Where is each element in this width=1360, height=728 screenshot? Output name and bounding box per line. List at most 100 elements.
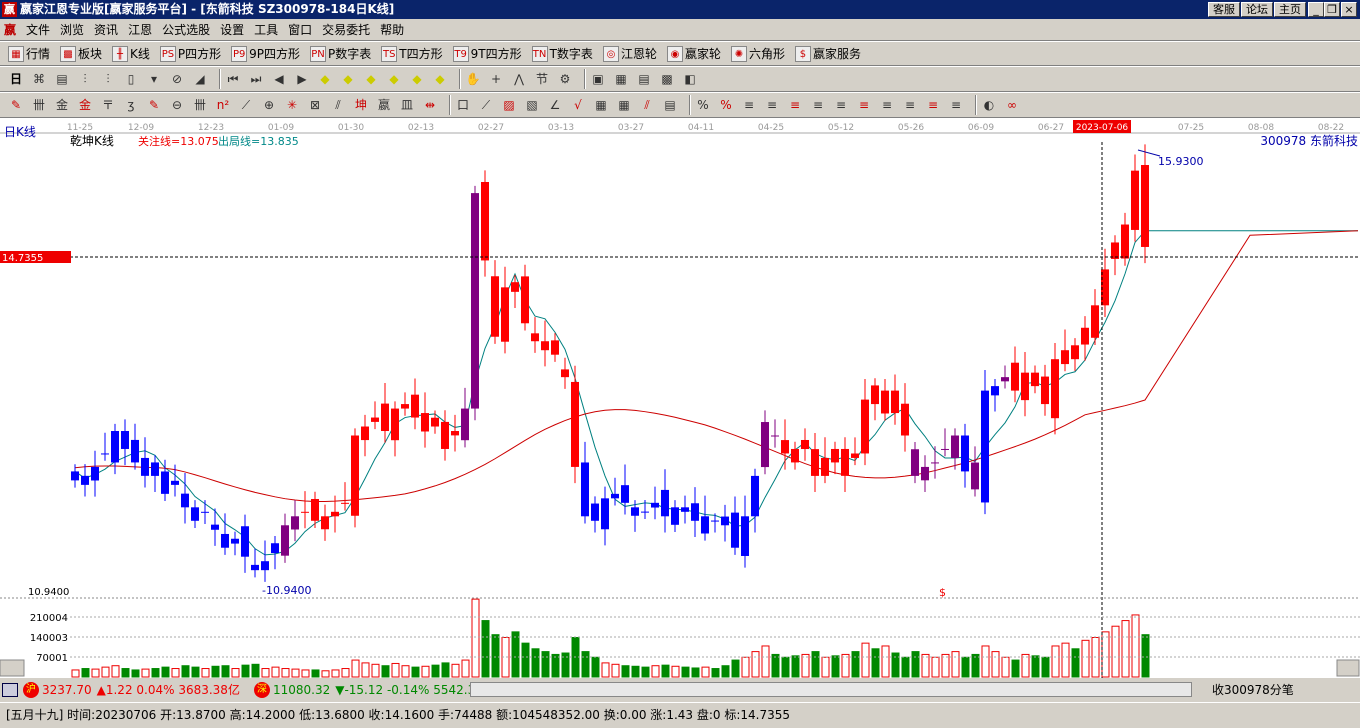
period-select[interactable]: 日: [8, 71, 24, 87]
tool-icon[interactable]: ⋀: [511, 71, 527, 87]
tool-icon[interactable]: ▩: [659, 71, 675, 87]
menu-item[interactable]: 江恩: [128, 21, 152, 38]
menu-item[interactable]: 文件: [26, 21, 50, 38]
draw-tool-icon[interactable]: 金: [54, 97, 70, 113]
draw-tool-icon[interactable]: ≡: [925, 97, 941, 113]
tool-icon[interactable]: ⌘: [31, 71, 47, 87]
draw-tool-icon[interactable]: %: [695, 97, 711, 113]
tool-icon[interactable]: ▶: [294, 71, 310, 87]
tool-icon[interactable]: ⚙: [557, 71, 573, 87]
draw-tool-icon[interactable]: ⇹: [422, 97, 438, 113]
draw-tool-icon[interactable]: ✎: [146, 97, 162, 113]
menu-item[interactable]: 交易委托: [322, 21, 370, 38]
chart-area[interactable]: 11-25 12-09 12-23 01-09 01-30 02-13 02-27 03-13…: [0, 118, 1360, 678]
tool-icon[interactable]: ◆: [317, 71, 333, 87]
toolbar-button[interactable]: TS T四方形: [381, 45, 443, 62]
toolbar-button[interactable]: ▦ 行情: [8, 45, 50, 62]
toolbar-button[interactable]: ╫ K线: [112, 45, 150, 62]
tool-icon[interactable]: ▣: [590, 71, 606, 87]
tool-icon[interactable]: ▯: [123, 71, 139, 87]
draw-tool-icon[interactable]: ≡: [879, 97, 895, 113]
toolbar-button[interactable]: TN T数字表: [531, 45, 593, 62]
draw-tool-icon[interactable]: ▦: [593, 97, 609, 113]
toolbar-button[interactable]: PS P四方形: [159, 45, 221, 62]
tool-icon[interactable]: +: [488, 71, 504, 87]
home-button[interactable]: 主页: [1274, 2, 1306, 17]
menu-item[interactable]: 浏览: [60, 21, 84, 38]
forum-button[interactable]: 论坛: [1241, 2, 1273, 17]
toolbar-button[interactable]: ✺ 六角形: [730, 45, 785, 62]
support-button[interactable]: 客服: [1208, 2, 1240, 17]
draw-tool-icon[interactable]: ✎: [8, 97, 24, 113]
calendar-icon[interactable]: [2, 682, 18, 697]
close-button[interactable]: ×: [1341, 2, 1357, 17]
tool-icon[interactable]: ⫶: [100, 71, 116, 87]
minimize-button[interactable]: _: [1308, 2, 1324, 17]
toolbar-button[interactable]: PN P数字表: [310, 45, 371, 62]
tool-icon[interactable]: ▾: [146, 71, 162, 87]
tool-icon[interactable]: ⊘: [169, 71, 185, 87]
tool-icon[interactable]: 节: [534, 71, 550, 87]
draw-tool-icon[interactable]: ▤: [662, 97, 678, 113]
tool-icon[interactable]: ▦: [613, 71, 629, 87]
tool-icon[interactable]: ✋: [465, 71, 481, 87]
toolbar-button[interactable]: ◎ 江恩轮: [602, 45, 657, 62]
tool-icon[interactable]: ◆: [409, 71, 425, 87]
toolbar-button[interactable]: $ 嬴家服务: [794, 45, 861, 62]
kline-chart[interactable]: 11-25 12-09 12-23 01-09 01-30 02-13 02-27 03-13…: [0, 118, 1360, 678]
restore-button[interactable]: ❐: [1324, 2, 1340, 17]
draw-tool-icon[interactable]: ≡: [741, 97, 757, 113]
draw-tool-icon[interactable]: ≡: [810, 97, 826, 113]
draw-tool-icon[interactable]: ⫽: [330, 97, 346, 113]
draw-tool-icon[interactable]: ⫽: [639, 97, 655, 113]
draw-tool-icon[interactable]: ≡: [833, 97, 849, 113]
toolbar-button[interactable]: ◉ 嬴家轮: [666, 45, 721, 62]
draw-tool-icon[interactable]: √: [570, 97, 586, 113]
draw-tool-icon[interactable]: ⟋: [478, 97, 494, 113]
draw-tool-icon[interactable]: ʒ: [123, 97, 139, 113]
tool-icon[interactable]: ⏭: [248, 71, 264, 87]
draw-tool-icon[interactable]: 皿: [399, 97, 415, 113]
draw-tool-icon[interactable]: ▧: [524, 97, 540, 113]
tool-icon[interactable]: ▤: [636, 71, 652, 87]
draw-tool-icon[interactable]: ∞: [1004, 97, 1020, 113]
tool-icon[interactable]: ⫶: [77, 71, 93, 87]
tick-detail-label[interactable]: 收300978分笔: [1212, 681, 1294, 698]
draw-tool-icon[interactable]: 卌: [192, 97, 208, 113]
draw-tool-icon[interactable]: ⊖: [169, 97, 185, 113]
draw-tool-icon[interactable]: 口: [455, 97, 471, 113]
tool-icon[interactable]: ◆: [363, 71, 379, 87]
tool-icon[interactable]: ◢: [192, 71, 208, 87]
menu-item[interactable]: 工具: [254, 21, 278, 38]
menu-item[interactable]: 设置: [220, 21, 244, 38]
tool-icon[interactable]: ◆: [340, 71, 356, 87]
menu-item[interactable]: 帮助: [380, 21, 404, 38]
draw-tool-icon[interactable]: ≡: [948, 97, 964, 113]
draw-tool-icon[interactable]: ▦: [616, 97, 632, 113]
toolbar-button[interactable]: T9 9T四方形: [452, 45, 522, 62]
tool-icon[interactable]: ▤: [54, 71, 70, 87]
collapse-button[interactable]: [0, 659, 25, 677]
menu-item[interactable]: 资讯: [94, 21, 118, 38]
tool-icon[interactable]: ◆: [432, 71, 448, 87]
expand-button[interactable]: [1336, 659, 1360, 677]
tool-icon[interactable]: ⏮: [225, 71, 241, 87]
draw-tool-icon[interactable]: 金: [77, 97, 93, 113]
draw-tool-icon[interactable]: n²: [215, 97, 231, 113]
draw-tool-icon[interactable]: ≡: [902, 97, 918, 113]
toolbar-button[interactable]: P9 9P四方形: [231, 45, 300, 62]
tool-icon[interactable]: ◆: [386, 71, 402, 87]
draw-tool-icon[interactable]: ⟋: [238, 97, 254, 113]
tool-icon[interactable]: ◧: [682, 71, 698, 87]
draw-tool-icon[interactable]: ≡: [787, 97, 803, 113]
draw-tool-icon[interactable]: ≡: [764, 97, 780, 113]
draw-tool-icon[interactable]: 坤: [353, 97, 369, 113]
draw-tool-icon[interactable]: ⊠: [307, 97, 323, 113]
menu-item[interactable]: 窗口: [288, 21, 312, 38]
tool-icon[interactable]: ◀: [271, 71, 287, 87]
menu-item[interactable]: 公式选股: [162, 21, 210, 38]
draw-tool-icon[interactable]: ✳: [284, 97, 300, 113]
toolbar-button[interactable]: ▩ 板块: [60, 45, 102, 62]
draw-tool-icon[interactable]: %: [718, 97, 734, 113]
draw-tool-icon[interactable]: ▨: [501, 97, 517, 113]
